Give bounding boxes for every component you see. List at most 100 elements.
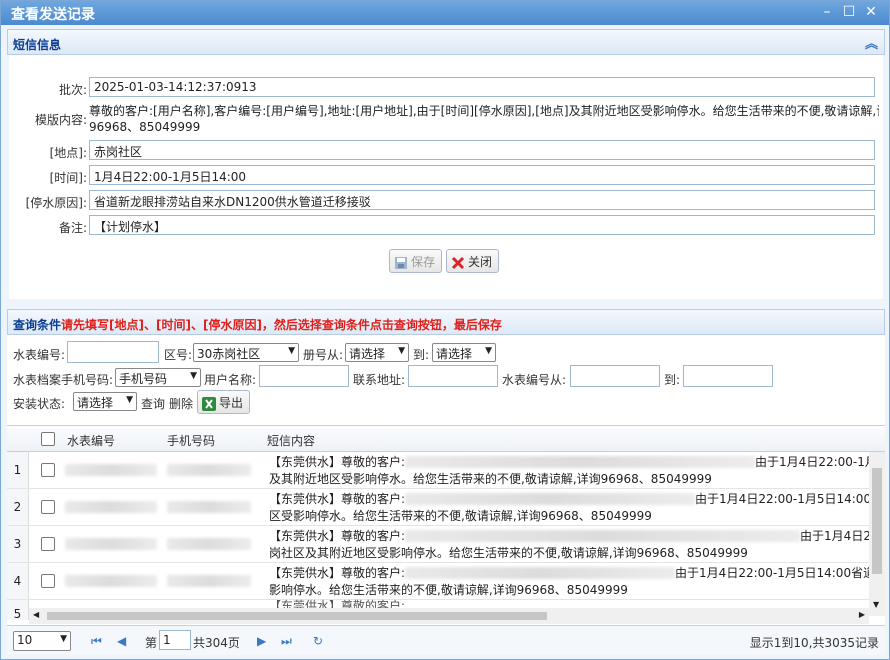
row-checkbox[interactable] bbox=[41, 500, 55, 514]
close-icon[interactable]: ✕ bbox=[863, 4, 879, 20]
scroll-left-icon[interactable]: ◀ bbox=[33, 610, 39, 619]
scroll-down-icon[interactable]: ▼ bbox=[873, 600, 879, 609]
redacted-meter-no bbox=[65, 575, 157, 587]
note-label: 备注: bbox=[58, 221, 87, 235]
install-select[interactable]: 请选择 ▼ bbox=[73, 392, 137, 411]
time-field[interactable]: 1月4日22:00-1月5日14:00 bbox=[89, 165, 875, 185]
export-label: 导出 bbox=[219, 396, 244, 410]
phone-value: 手机号码 bbox=[119, 372, 168, 386]
sms-line-2: 影响停水。给您生活带来的不便,敬请谅解,详询96968、85049999 bbox=[269, 583, 628, 597]
note-field[interactable]: 【计划停水】 bbox=[89, 215, 875, 235]
row-number: 4 bbox=[7, 563, 29, 599]
install-label: 安装状态: bbox=[13, 397, 66, 411]
phone-select[interactable]: 手机号码 ▼ bbox=[115, 368, 201, 387]
scroll-thumb[interactable] bbox=[872, 468, 882, 574]
query-panel-header: 查询条件请先填写[地点]、[时间]、[停水原因]，然后选择查询条件点击查询按钮，… bbox=[7, 309, 885, 335]
export-button[interactable]: 导出 bbox=[197, 390, 251, 414]
save-button[interactable]: 保存 bbox=[389, 249, 443, 273]
row-number: 3 bbox=[7, 526, 29, 562]
table-row[interactable]: 1 【东莞供水】尊敬的客户: 由于1月4日22:00-1月 及其附近地区受影响停水… bbox=[7, 452, 869, 489]
excel-icon bbox=[202, 396, 216, 411]
col-content: 短信内容 bbox=[267, 434, 316, 448]
sms-line-2: 岗社区及其附近地区受影响停水。给您生活带来的不便,敬请谅解,详询96968、85… bbox=[269, 546, 748, 560]
meter-to-label: 到: bbox=[664, 373, 681, 387]
chevron-down-icon: ▼ bbox=[126, 395, 133, 405]
window-title: 查看发送记录 bbox=[11, 7, 95, 23]
meter-to-input[interactable] bbox=[683, 365, 773, 387]
collapse-icon[interactable]: ︽ bbox=[865, 33, 878, 52]
next-page-icon[interactable]: ▶ bbox=[257, 634, 266, 648]
chevron-down-icon: ▼ bbox=[60, 634, 67, 644]
vertical-scrollbar[interactable]: ▼ bbox=[869, 452, 885, 616]
page-number-input[interactable]: 1 bbox=[159, 630, 191, 650]
book-from-value: 请选择 bbox=[349, 347, 386, 361]
select-all-checkbox[interactable] bbox=[41, 432, 55, 446]
row-number: 1 bbox=[7, 452, 29, 488]
minimize-icon[interactable]: – bbox=[819, 4, 835, 20]
search-link[interactable]: 查询 bbox=[141, 395, 165, 412]
book-from-label: 册号从: bbox=[303, 348, 344, 362]
last-page-icon[interactable]: ⏭ bbox=[281, 634, 292, 649]
table-row[interactable]: 2 【东莞供水】尊敬的客户: 由于1月4日22:00-1月5日14:00省 区受影… bbox=[7, 489, 869, 526]
sms-line-2: 区受影响停水。给您生活带来的不便,敬请谅解,详询96968、85049999 bbox=[269, 509, 652, 523]
meter-from-input[interactable] bbox=[570, 365, 660, 387]
chevron-down-icon: ▼ bbox=[485, 346, 492, 356]
row-checkbox[interactable] bbox=[41, 537, 55, 551]
save-label: 保存 bbox=[411, 255, 436, 269]
chevron-down-icon: ▼ bbox=[398, 346, 405, 356]
close-button[interactable]: 关闭 bbox=[446, 249, 500, 273]
redacted-phone bbox=[167, 464, 251, 476]
batch-label: 批次: bbox=[58, 83, 87, 97]
maximize-icon[interactable]: ☐ bbox=[841, 4, 857, 20]
horizontal-scrollbar[interactable]: ◀ ▶ bbox=[29, 608, 869, 624]
template-label: 模版内容: bbox=[34, 113, 87, 127]
sms-tail: 由于1月4日22:00-1月5日14:00省 bbox=[695, 492, 869, 506]
template-line-1: 尊敬的客户:[用户名称],客户编号:[用户编号],地址:[用户地址],由于[时间… bbox=[89, 104, 879, 118]
place-label: [地点]: bbox=[49, 146, 87, 160]
redacted-phone bbox=[167, 501, 251, 513]
template-content: 尊敬的客户:[用户名称],客户编号:[用户编号],地址:[用户地址],由于[时间… bbox=[89, 103, 879, 135]
col-meter-no: 水表编号 bbox=[67, 434, 116, 448]
grid-header: 水表编号 手机号码 短信内容 bbox=[7, 426, 885, 452]
scroll-right-icon[interactable]: ▶ bbox=[859, 610, 865, 619]
redacted-text bbox=[405, 530, 801, 542]
close-label: 关闭 bbox=[468, 255, 493, 269]
query-title: 查询条件 bbox=[13, 318, 62, 332]
sms-tail: 由于1月4日22:00-1月 bbox=[755, 455, 869, 469]
sms-content: 【东莞供水】尊敬的客户: 由于1月4日22:00-1月5日14:00省道! 影响停… bbox=[269, 565, 869, 599]
sms-prefix: 【东莞供水】尊敬的客户: bbox=[269, 492, 406, 506]
page-size-select[interactable]: 10 ▼ bbox=[13, 631, 71, 651]
district-select[interactable]: 30赤岗社区 ▼ bbox=[193, 343, 299, 362]
table-row[interactable]: 4 【东莞供水】尊敬的客户: 由于1月4日22:00-1月5日14:00省道! 影… bbox=[7, 563, 869, 600]
refresh-icon[interactable]: ↻ bbox=[313, 634, 323, 648]
first-page-icon[interactable]: ⏮ bbox=[91, 634, 102, 649]
address-label: 联系地址: bbox=[353, 373, 406, 387]
book-from-select[interactable]: 请选择 ▼ bbox=[345, 343, 409, 362]
page-prefix: 第 bbox=[145, 636, 158, 650]
sms-prefix: 【东莞供水】尊敬的客户: bbox=[269, 455, 406, 469]
delete-link[interactable]: 删除 bbox=[169, 395, 193, 412]
prev-page-icon[interactable]: ◀ bbox=[117, 634, 126, 648]
username-input[interactable] bbox=[259, 365, 349, 387]
phone-label: 水表档案手机号码: bbox=[13, 373, 114, 387]
address-input[interactable] bbox=[408, 365, 498, 387]
book-to-select[interactable]: 请选择 ▼ bbox=[432, 343, 496, 362]
title-bar: 查看发送记录 – ☐ ✕ bbox=[1, 1, 889, 25]
row-checkbox[interactable] bbox=[41, 463, 55, 477]
reason-field[interactable]: 省道新龙眼排涝站自来水DN1200供水管道迁移接驳 bbox=[89, 190, 875, 210]
sms-content: 【东莞供水】尊敬的客户: 由于1月4日2 岗社区及其附近地区受影响停水。给您生活带… bbox=[269, 528, 869, 562]
batch-field[interactable]: 2025-01-03-14:12:37:0913 bbox=[89, 77, 875, 97]
table-row[interactable]: 3 【东莞供水】尊敬的客户: 由于1月4日2 岗社区及其附近地区受影响停水。给您生… bbox=[7, 526, 869, 563]
meter-no-input[interactable] bbox=[67, 341, 159, 363]
template-line-2: 96968、85049999 bbox=[89, 120, 201, 134]
row-checkbox[interactable] bbox=[41, 574, 55, 588]
meter-from-label: 水表编号从: bbox=[502, 373, 567, 387]
redacted-phone bbox=[167, 575, 251, 587]
redacted-text bbox=[405, 493, 696, 505]
hscroll-thumb[interactable] bbox=[47, 612, 547, 620]
place-field[interactable]: 赤岗社区 bbox=[89, 140, 875, 160]
sms-prefix: 【东莞供水】尊敬的客户: bbox=[269, 529, 406, 543]
query-bar: 水表编号: 区号: 30赤岗社区 ▼ 册号从: 请选择 ▼ 到: 请选择 ▼ 水表档案… bbox=[7, 335, 885, 425]
send-record-window: 查看发送记录 – ☐ ✕ 短信信息 ︽ 批次: 2025-01-03-14:12… bbox=[0, 0, 890, 660]
reason-label: [停水原因]: bbox=[25, 196, 87, 210]
